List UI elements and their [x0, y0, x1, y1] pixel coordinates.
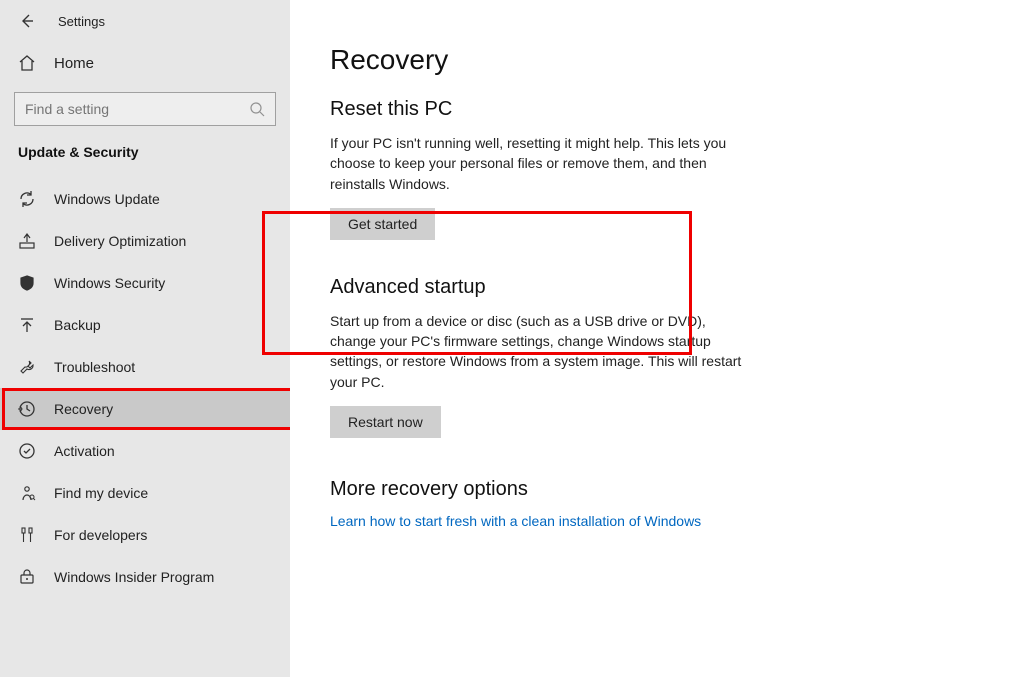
home-label: Home — [54, 55, 94, 72]
app-root: Settings Home Update & Security Windows … — [0, 0, 1024, 677]
nav-item-label: Windows Insider Program — [54, 569, 214, 585]
nav-item-label: Backup — [54, 317, 101, 333]
highlight-nav-box — [2, 388, 293, 430]
nav-item-activation[interactable]: Activation — [0, 430, 290, 472]
advanced-body: Start up from a device or disc (such as … — [330, 311, 750, 392]
delivery-icon — [18, 232, 36, 250]
advanced-heading: Advanced startup — [330, 276, 750, 299]
activation-icon — [18, 442, 36, 460]
learn-link[interactable]: Learn how to start fresh with a clean in… — [330, 513, 701, 529]
section-reset: Reset this PC If your PC isn't running w… — [330, 98, 750, 240]
section-more: More recovery options Learn how to start… — [330, 478, 750, 531]
nav-item-windows-security[interactable]: Windows Security — [0, 262, 290, 304]
page-title: Recovery — [330, 44, 984, 76]
sidebar: Settings Home Update & Security Windows … — [0, 0, 290, 677]
nav-list: Windows Update Delivery Optimization Windo… — [0, 178, 290, 598]
reset-heading: Reset this PC — [330, 98, 750, 121]
nav-item-backup[interactable]: Backup — [0, 304, 290, 346]
search-icon — [249, 101, 265, 117]
nav-item-label: Find my device — [54, 485, 148, 501]
nav-item-windows-insider-program[interactable]: Windows Insider Program — [0, 556, 290, 598]
section-advanced: Advanced startup Start up from a device … — [330, 276, 750, 438]
nav-item-label: Delivery Optimization — [54, 233, 186, 249]
findmydevice-icon — [18, 484, 36, 502]
nav-item-label: Activation — [54, 443, 115, 459]
reset-body: If your PC isn't running well, resetting… — [330, 133, 750, 194]
nav-item-find-my-device[interactable]: Find my device — [0, 472, 290, 514]
category-label: Update & Security — [0, 140, 290, 170]
header-title: Settings — [58, 14, 105, 29]
nav-item-label: Recovery — [54, 401, 113, 417]
content: Recovery Reset this PC If your PC isn't … — [290, 0, 1024, 677]
nav-item-label: Windows Security — [54, 275, 165, 291]
backup-icon — [18, 316, 36, 334]
sync-icon — [18, 190, 36, 208]
search-box[interactable] — [14, 92, 276, 126]
header: Settings — [0, 10, 290, 44]
nav-item-troubleshoot[interactable]: Troubleshoot — [0, 346, 290, 388]
home-icon — [18, 54, 36, 72]
nav-item-label: Windows Update — [54, 191, 160, 207]
more-heading: More recovery options — [330, 478, 750, 501]
troubleshoot-icon — [18, 358, 36, 376]
nav-item-for-developers[interactable]: For developers — [0, 514, 290, 556]
nav-item-label: Troubleshoot — [54, 359, 135, 375]
search-input[interactable] — [25, 101, 249, 117]
back-icon[interactable] — [18, 12, 36, 30]
nav-item-windows-update[interactable]: Windows Update — [0, 178, 290, 220]
restart-now-button[interactable]: Restart now — [330, 406, 441, 438]
nav-item-label: For developers — [54, 527, 147, 543]
home-button[interactable]: Home — [0, 44, 290, 82]
get-started-button[interactable]: Get started — [330, 208, 435, 240]
nav-item-recovery[interactable]: Recovery — [0, 388, 290, 430]
nav-item-delivery-optimization[interactable]: Delivery Optimization — [0, 220, 290, 262]
shield-icon — [18, 274, 36, 292]
insider-icon — [18, 568, 36, 586]
developers-icon — [18, 526, 36, 544]
recovery-icon — [18, 400, 36, 418]
